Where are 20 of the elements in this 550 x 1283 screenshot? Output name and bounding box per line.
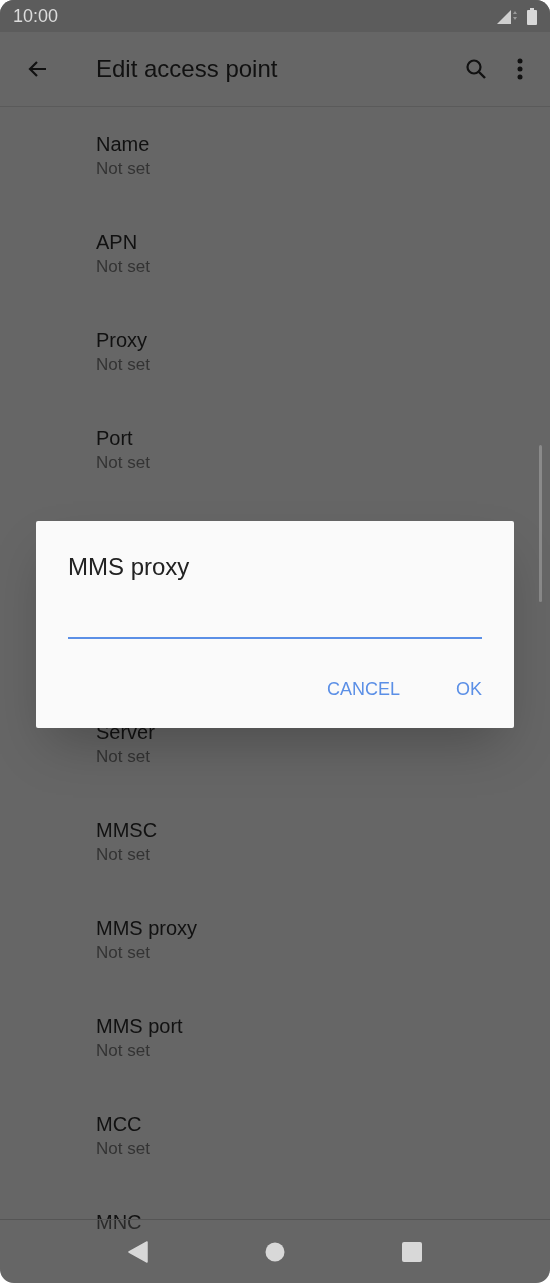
search-icon [464, 57, 488, 81]
cancel-button[interactable]: CANCEL [312, 669, 414, 709]
back-icon[interactable] [128, 1240, 149, 1263]
more-icon [517, 58, 523, 80]
dialog-title: MMS proxy [68, 552, 191, 582]
signal-icon [497, 8, 517, 24]
ok-button[interactable]: OK [442, 669, 496, 709]
battery-icon [527, 7, 537, 25]
setting-title: MMSC [96, 818, 158, 843]
screen-title: Edit access point [96, 54, 278, 84]
setting-title: Name [96, 132, 150, 157]
setting-title: Proxy [96, 328, 148, 353]
setting-title: APN [96, 230, 138, 255]
setting-title: MMS proxy [96, 916, 198, 941]
setting-title: MMS port [96, 1014, 183, 1039]
setting-title: MCC [96, 1112, 142, 1137]
home-icon[interactable] [265, 1241, 285, 1262]
setting-title: Port [96, 426, 133, 451]
clock: 10:00 [13, 4, 59, 28]
recents-icon[interactable] [401, 1241, 422, 1262]
